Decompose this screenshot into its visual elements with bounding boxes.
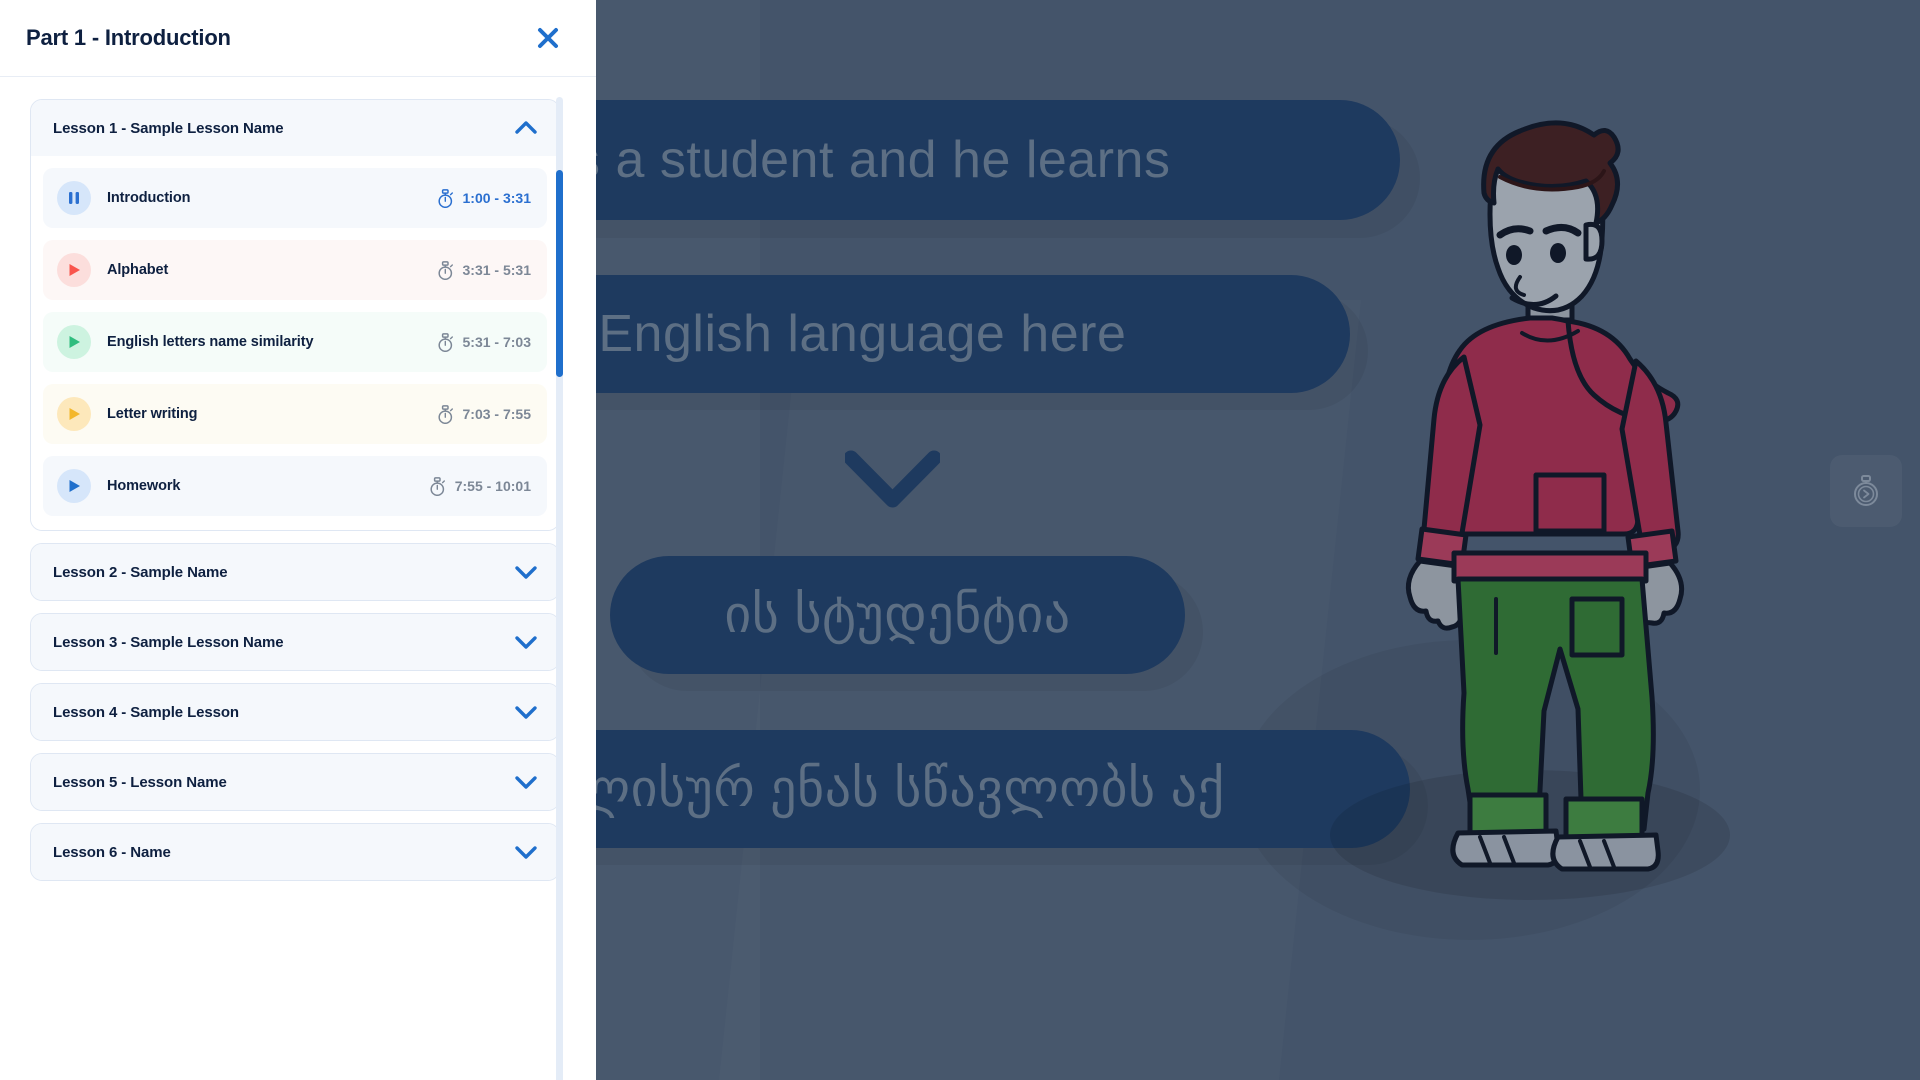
chevron-down-icon [515,846,537,859]
chevron-down-icon [515,636,537,649]
chevron-down-icon [515,706,537,719]
lesson-header-1[interactable]: Lesson 1 - Sample Lesson Name [31,100,559,156]
lesson-title: Lesson 5 - Lesson Name [53,773,227,791]
lesson-card-1: Lesson 1 - Sample Lesson Name Introducti… [30,99,560,531]
topic-time-range: 1:00 - 3:31 [462,190,531,206]
play-icon [69,480,80,492]
bubble-text: გლისურ ენას სწავლობს აქ [544,760,1225,818]
topic-time-range: 7:55 - 10:01 [454,478,531,494]
stopwatch-icon [430,476,445,496]
topic-row[interactable]: Alphabet 3:31 - 5:31 [43,240,547,300]
topic-time: 5:31 - 7:03 [437,332,531,352]
play-icon [69,264,80,276]
topic-label: Homework [107,478,181,494]
topic-label: Alphabet [107,262,169,278]
chevron-down-icon [515,776,537,789]
topic-time: 7:03 - 7:55 [437,404,531,424]
lesson-card-5: Lesson 5 - Lesson Name [30,753,560,811]
lesson-title: Lesson 1 - Sample Lesson Name [53,119,284,137]
lesson-topics: Introduction 1:00 - 3:31 Alphabet 3:31 -… [31,156,559,530]
sentence-bubble-georgian-2: გლისურ ენას სწავლობს აქ [500,730,1410,848]
topic-time-range: 7:03 - 7:55 [462,406,531,422]
topic-pause-icon-button[interactable] [57,181,91,215]
lesson-header-3[interactable]: Lesson 3 - Sample Lesson Name [31,614,559,670]
topic-row[interactable]: English letters name similarity 5:31 - 7… [43,312,547,372]
lesson-header-5[interactable]: Lesson 5 - Lesson Name [31,754,559,810]
lesson-accordion-list: Lesson 1 - Sample Lesson Name Introducti… [0,99,596,1080]
lesson-title: Lesson 6 - Name [53,843,171,861]
lesson-title: Lesson 3 - Sample Lesson Name [53,633,284,651]
chevron-down-icon[interactable] [845,450,940,510]
chevron-down-icon [515,566,537,579]
chevron-up-icon [515,121,537,134]
topic-time: 7:55 - 10:01 [429,476,531,496]
lesson-card-6: Lesson 6 - Name [30,823,560,881]
student-character [1405,120,1685,872]
lesson-title: Lesson 4 - Sample Lesson [53,703,239,721]
bubble-text: s a student and he learns [574,131,1171,189]
topic-label: Letter writing [107,406,198,422]
topic-play-icon-button[interactable] [57,469,91,503]
timer-next-button[interactable] [1830,455,1902,527]
stopwatch-next-icon [1854,475,1878,506]
topic-play-icon-button[interactable] [57,325,91,359]
lesson-header-4[interactable]: Lesson 4 - Sample Lesson [31,684,559,740]
topic-time-range: 5:31 - 7:03 [462,334,531,350]
bubble-text: e English language here [554,305,1127,363]
stopwatch-icon [437,332,453,352]
topic-label: English letters name similarity [107,334,314,350]
topic-play-icon-button[interactable] [57,253,91,287]
topic-play-icon-button[interactable] [57,397,91,431]
lesson-header-2[interactable]: Lesson 2 - Sample Name [31,544,559,600]
lesson-player-screen: s a student and he learns e English lang… [0,0,1920,1080]
lesson-title: Lesson 2 - Sample Name [53,563,228,581]
play-icon [69,408,80,420]
close-icon [538,28,558,48]
topic-row[interactable]: Introduction 1:00 - 3:31 [43,168,547,228]
topic-label: Introduction [107,190,191,206]
sentence-bubble-english-1: s a student and he learns [520,100,1400,220]
page-title: Part 1 - Introduction [26,25,231,50]
stopwatch-icon [437,260,453,280]
stopwatch-icon [437,404,453,424]
bubble-text: ის სტუდენტია [724,586,1071,644]
topic-time: 1:00 - 3:31 [437,188,531,208]
lesson-card-4: Lesson 4 - Sample Lesson [30,683,560,741]
sentence-bubble-georgian-1: ის სტუდენტია [610,556,1185,674]
play-icon [69,336,80,348]
panel-body: Lesson 1 - Sample Lesson Name Introducti… [0,77,596,1080]
scrollbar-thumb[interactable] [556,170,563,377]
topic-time: 3:31 - 5:31 [437,260,531,280]
topic-row[interactable]: Letter writing 7:03 - 7:55 [43,384,547,444]
stopwatch-icon [437,188,453,208]
lesson-card-2: Lesson 2 - Sample Name [30,543,560,601]
panel-header: Part 1 - Introduction [0,0,596,77]
lesson-header-6[interactable]: Lesson 6 - Name [31,824,559,880]
close-button[interactable] [528,18,568,58]
lesson-card-3: Lesson 3 - Sample Lesson Name [30,613,560,671]
sentence-bubble-english-2: e English language here [510,275,1350,393]
topic-time-range: 3:31 - 5:31 [462,262,531,278]
pause-icon [69,192,79,204]
lesson-list-panel: Part 1 - Introduction Lesson 1 - Sample … [0,0,596,1080]
topic-row[interactable]: Homework 7:55 - 10:01 [43,456,547,516]
